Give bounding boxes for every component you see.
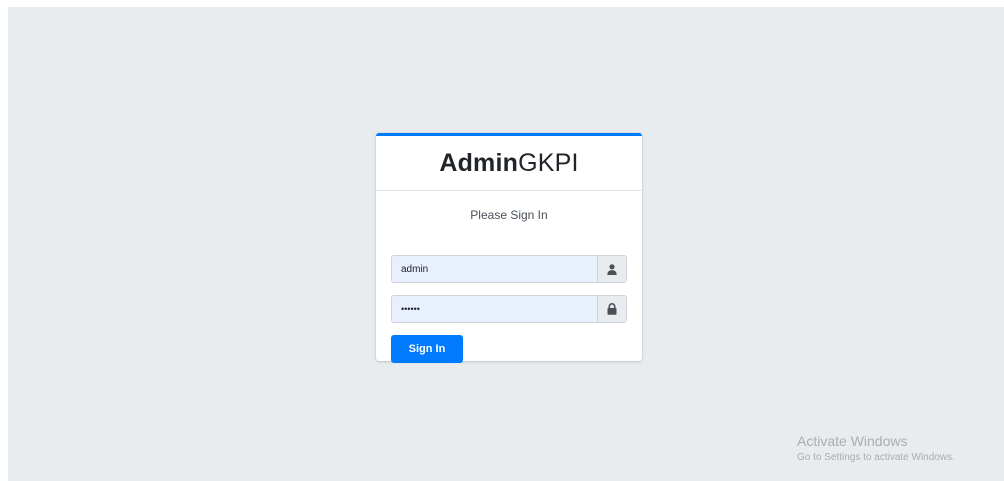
watermark-subtitle: Go to Settings to activate Windows. — [797, 452, 955, 463]
username-addon — [597, 256, 626, 282]
user-icon — [607, 263, 617, 275]
login-card: AdminGKPI Please Sign In admin •••••• Si… — [376, 133, 642, 363]
card-header: AdminGKPI — [376, 136, 642, 191]
logo-bold-text: Admin — [439, 148, 519, 177]
password-input-group — [391, 295, 627, 323]
app-logo[interactable]: AdminGKPI — [439, 148, 579, 177]
logo-light-text: GKPI — [518, 148, 579, 177]
password-addon — [597, 296, 626, 322]
watermark-title: Activate Windows — [797, 433, 908, 449]
card-body: Please Sign In admin •••••• Sign In — [376, 208, 642, 363]
windows-activation-watermark: Activate Windows Go to Settings to activ… — [797, 433, 955, 464]
login-message: Please Sign In — [470, 208, 548, 222]
password-input[interactable] — [392, 296, 597, 322]
sign-in-button[interactable]: Sign In — [391, 335, 463, 363]
lock-icon — [607, 303, 617, 315]
username-input-group — [391, 255, 627, 283]
username-input[interactable] — [392, 256, 597, 282]
